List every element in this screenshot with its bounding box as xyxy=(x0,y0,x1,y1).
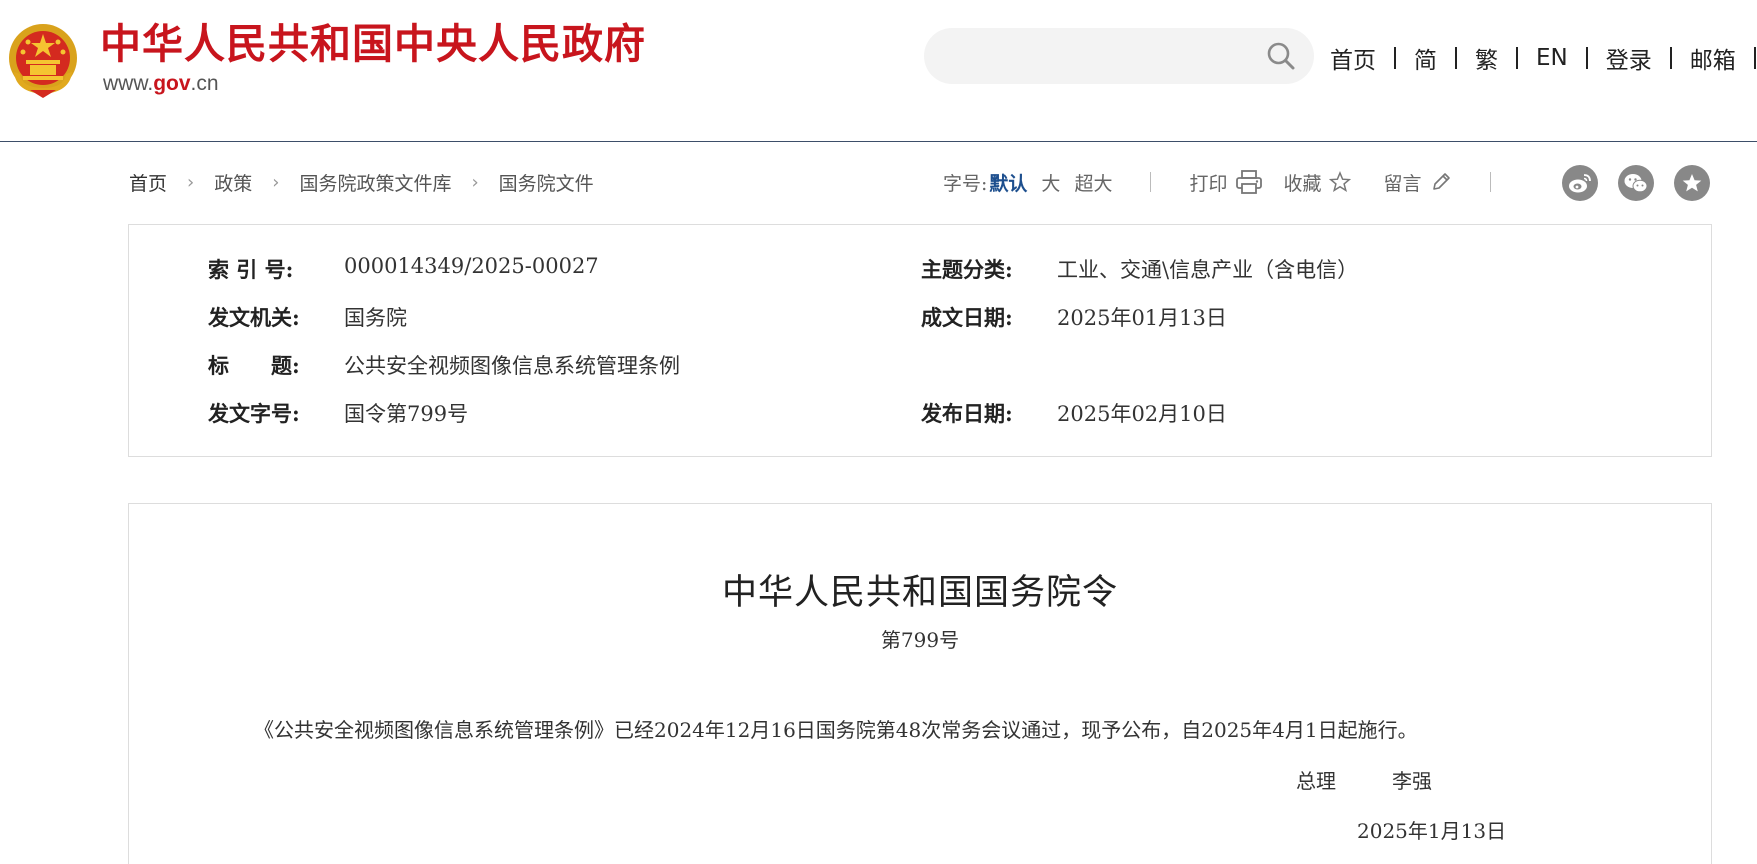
title-label: 标 题: xyxy=(208,353,300,378)
signatory-title: 总理 xyxy=(1296,769,1336,793)
favorite-label: 收藏 xyxy=(1283,172,1322,195)
nav-divider xyxy=(1516,47,1518,69)
toolbar-divider xyxy=(1150,172,1152,192)
nav-divider xyxy=(1585,47,1588,69)
weibo-icon[interactable] xyxy=(1562,165,1598,201)
chevron-right-icon: › xyxy=(187,171,195,193)
written-date-value: 2025年01月13日 xyxy=(1057,306,1227,330)
nav-home[interactable]: 首页 xyxy=(1330,41,1376,75)
breadcrumb-policy[interactable]: 政策 xyxy=(214,169,252,196)
document-body-paragraph: 《公共安全视频图像信息系统管理条例》已经2024年12月16日国务院第48次常务… xyxy=(254,718,1418,742)
publish-date-label: 发布日期: xyxy=(921,401,1013,426)
topic-value: 工业、交通\信息产业（含电信） xyxy=(1057,258,1359,282)
chevron-right-icon: › xyxy=(272,171,280,193)
doc-number-value: 国令第799号 xyxy=(344,402,469,426)
print-button[interactable]: 打印 xyxy=(1189,169,1263,196)
comment-button[interactable]: 留言 xyxy=(1383,169,1451,196)
search-box xyxy=(924,28,1314,84)
index-value: 000014349/2025-00027 xyxy=(344,254,599,278)
site-url-main: gov xyxy=(153,72,191,95)
chevron-right-icon: › xyxy=(471,171,479,193)
pencil-icon xyxy=(1432,173,1450,190)
nav-traditional[interactable]: 繁 xyxy=(1475,41,1498,75)
issuer-value: 国务院 xyxy=(344,306,407,330)
breadcrumb-policy-library[interactable]: 国务院政策文件库 xyxy=(299,169,451,196)
star-outline-icon xyxy=(1329,171,1352,193)
search-icon[interactable] xyxy=(1266,41,1296,71)
written-date-label: 成文日期: xyxy=(921,305,1013,330)
site-title[interactable]: 中华人民共和国中央人民政府 xyxy=(100,18,646,70)
publish-date-value: 2025年02月10日 xyxy=(1057,402,1227,426)
site-header: 中华人民共和国中央人民政府 www.gov.cn 首页 简 繁 EN 登录 邮箱 xyxy=(0,0,1757,142)
document-title: 中华人民共和国国务院令 xyxy=(721,573,1118,613)
document-number: 第799号 xyxy=(880,628,960,652)
nav-divider xyxy=(1394,47,1396,69)
nav-login[interactable]: 登录 xyxy=(1606,41,1652,75)
nav-simplified[interactable]: 简 xyxy=(1414,41,1437,75)
title-value: 公共安全视频图像信息系统管理条例 xyxy=(344,354,680,378)
nav-divider xyxy=(1455,47,1457,69)
breadcrumb-state-council-docs[interactable]: 国务院文件 xyxy=(499,169,594,196)
document-metadata: 索 引 号: 000014349/2025-00027 主题分类: 工业、交通\… xyxy=(128,224,1712,457)
printer-icon xyxy=(1236,170,1263,194)
toolbar-divider xyxy=(1489,172,1491,192)
font-size-default[interactable]: 默认 xyxy=(989,169,1027,196)
article-toolbar: 字号: 默认 大 超大 打印 收藏 留言 xyxy=(943,164,1491,200)
nav-mail[interactable]: 邮箱 xyxy=(1690,41,1736,75)
document-content: 中华人民共和国国务院令 第799号 《公共安全视频图像信息系统管理条例》已经20… xyxy=(128,503,1712,864)
favorite-star-icon[interactable] xyxy=(1674,165,1710,201)
topic-label: 主题分类: xyxy=(921,257,1013,282)
doc-number-label: 发文字号: xyxy=(208,401,300,426)
document-date: 2025年1月13日 xyxy=(1357,819,1507,843)
site-url-prefix: www. xyxy=(103,72,154,95)
nav-divider xyxy=(1753,47,1756,69)
site-url-suffix: .cn xyxy=(190,72,219,95)
top-nav: 首页 简 繁 EN 登录 邮箱 xyxy=(1330,40,1757,76)
font-size-label: 字号: xyxy=(943,172,988,195)
signatory-name: 李强 xyxy=(1392,769,1432,793)
print-label: 打印 xyxy=(1189,172,1228,195)
favorite-button[interactable]: 收藏 xyxy=(1283,169,1352,196)
wechat-icon[interactable] xyxy=(1618,165,1654,201)
nav-divider xyxy=(1669,47,1672,69)
comment-label: 留言 xyxy=(1383,172,1422,195)
breadcrumb-home[interactable]: 首页 xyxy=(129,169,167,196)
issuer-label: 发文机关: xyxy=(208,305,300,330)
search-input[interactable] xyxy=(946,36,1250,78)
breadcrumb: 首页 › 政策 › 国务院政策文件库 › 国务院文件 xyxy=(129,167,594,197)
font-size-large[interactable]: 大 xyxy=(1041,169,1060,196)
national-emblem-logo[interactable] xyxy=(6,20,81,100)
nav-english[interactable]: EN xyxy=(1536,45,1568,71)
font-size-xlarge[interactable]: 超大 xyxy=(1074,169,1112,196)
index-label: 索 引 号: xyxy=(208,257,294,282)
site-url: www.gov.cn xyxy=(103,72,219,96)
